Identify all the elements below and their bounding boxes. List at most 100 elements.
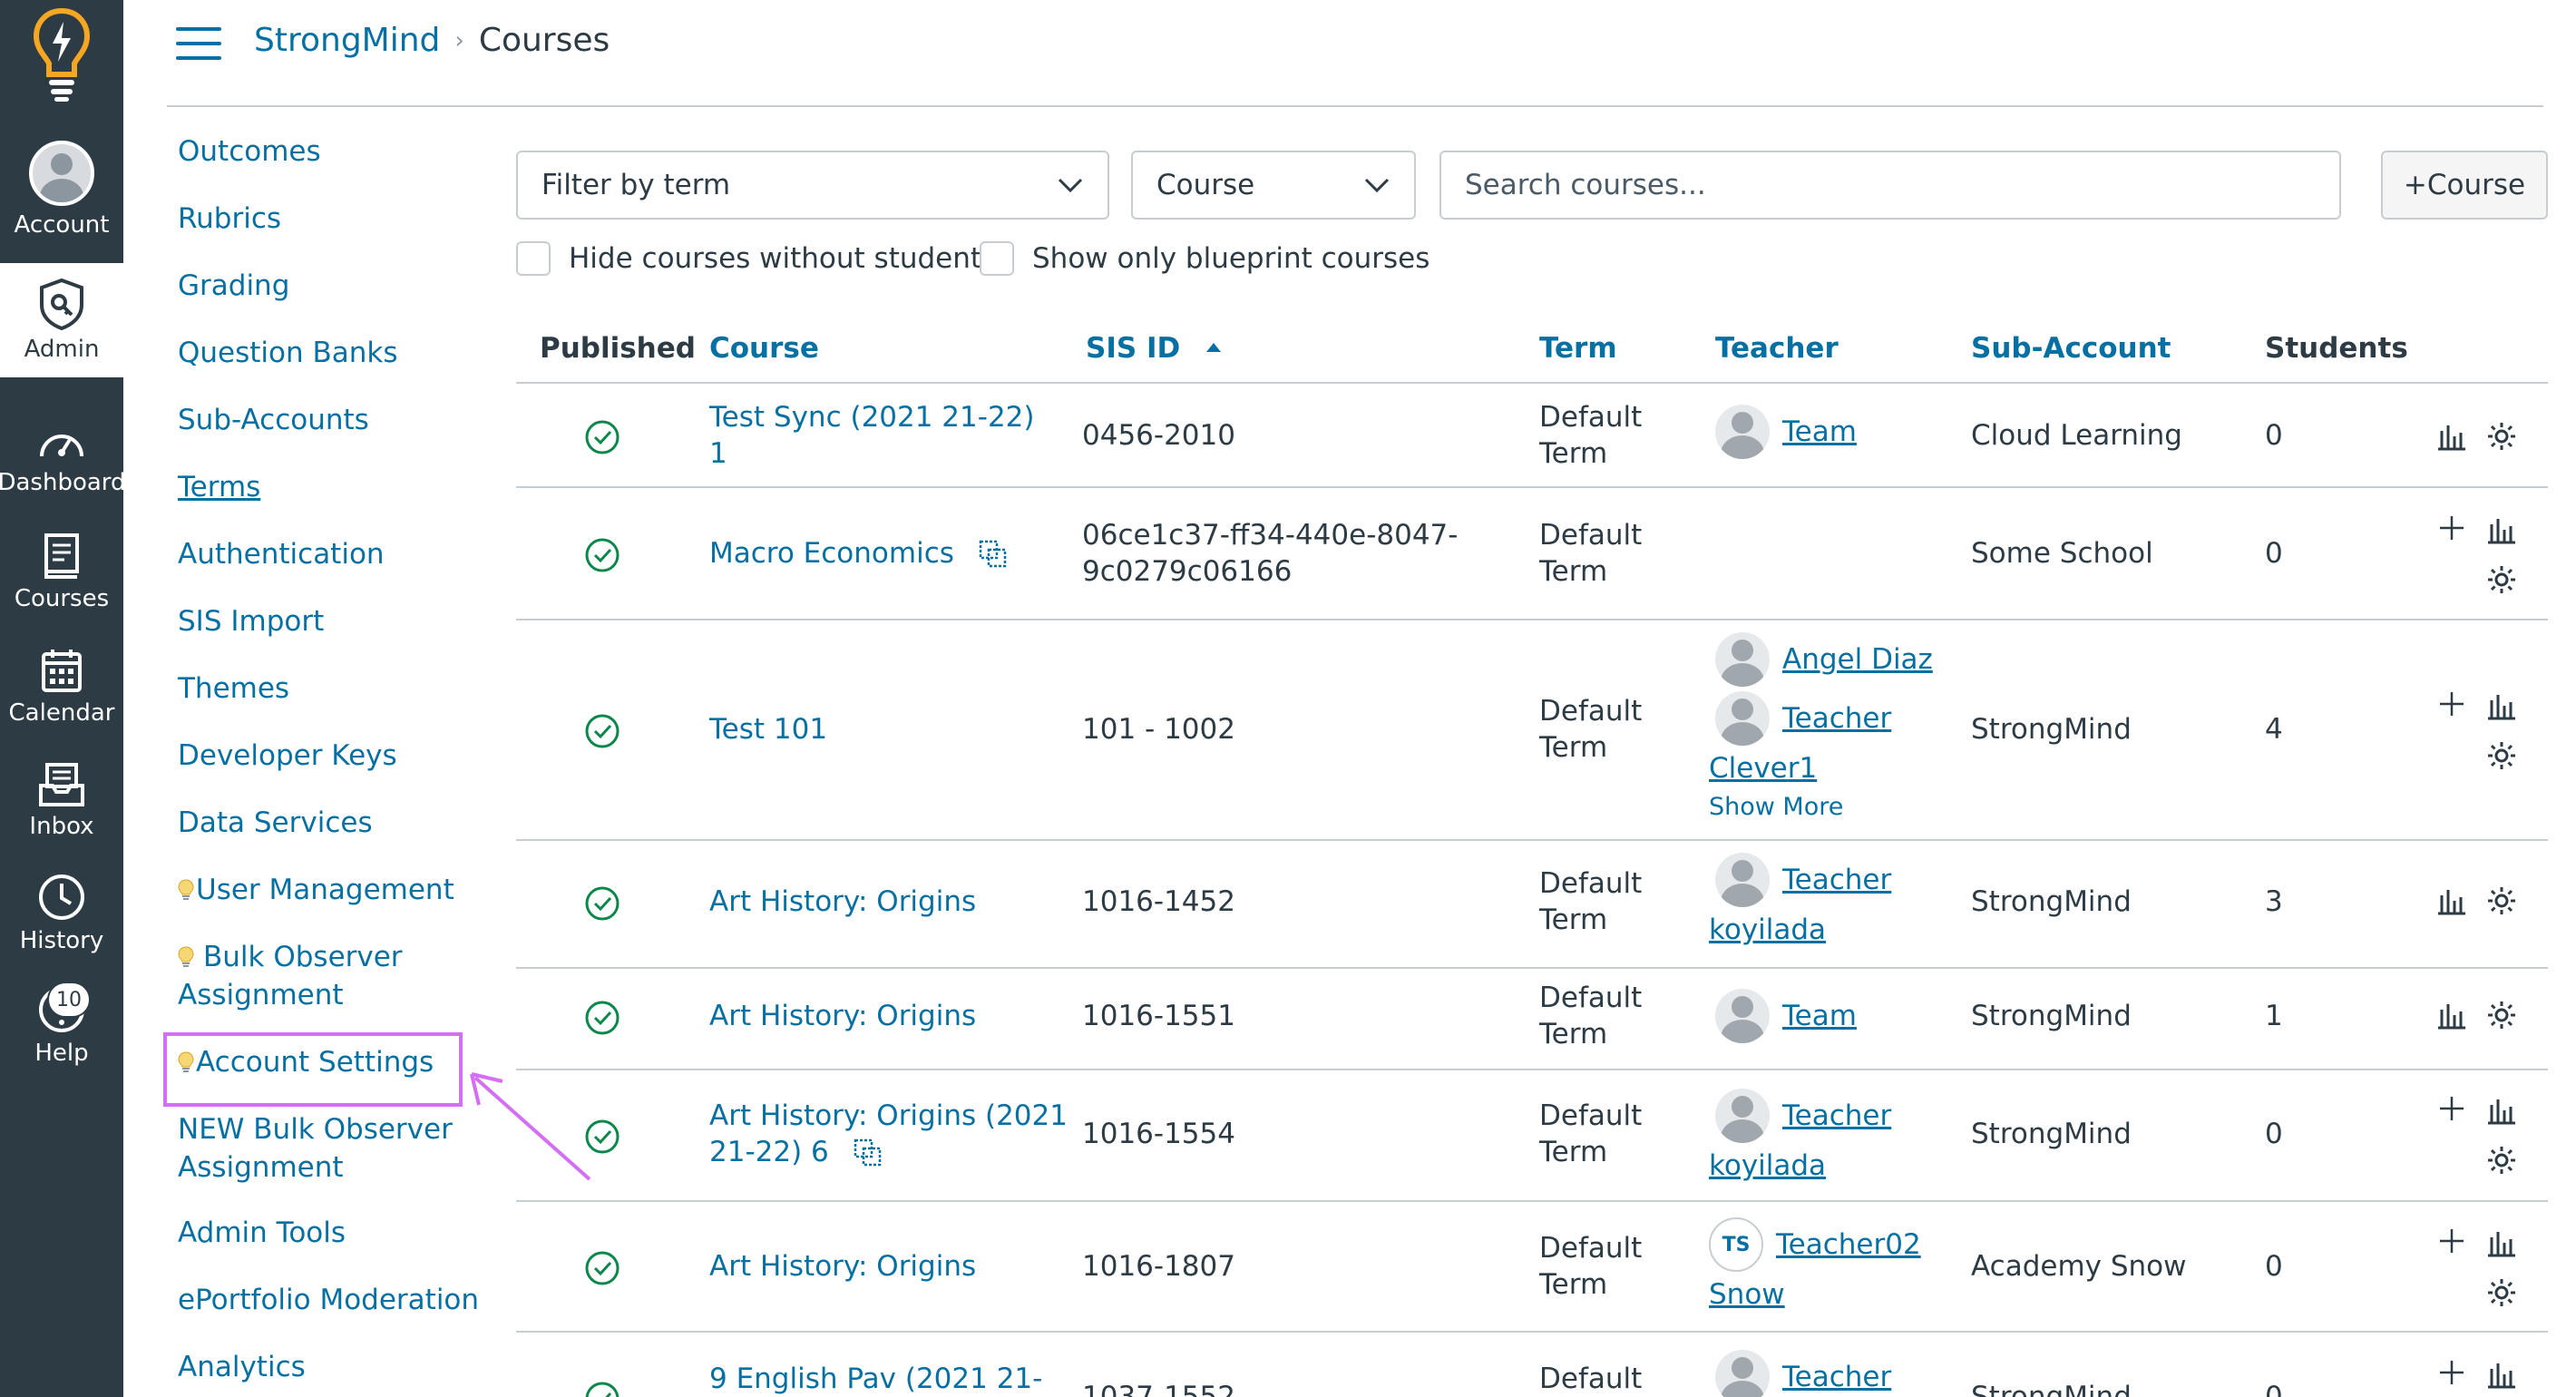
published-check-icon[interactable] xyxy=(584,1119,620,1155)
history-nav-item[interactable]: History xyxy=(0,856,123,971)
student-count: 0 xyxy=(2265,419,2283,452)
nav-admin-tools[interactable]: Admin Tools xyxy=(178,1214,346,1252)
settings-gear-icon[interactable] xyxy=(2486,1000,2517,1031)
nav-sis-import[interactable]: SIS Import xyxy=(178,602,324,640)
teacher-link[interactable]: Team xyxy=(1782,415,1857,448)
statistics-icon[interactable] xyxy=(2436,886,2467,915)
column-header-term[interactable]: Term xyxy=(1539,332,1617,365)
teacher-link[interactable]: koyilada xyxy=(1709,913,1826,946)
course-link[interactable]: 9 English Pav (2021 21- xyxy=(709,1361,1042,1397)
statistics-icon[interactable] xyxy=(2436,1001,2467,1030)
sis-id-label: SIS ID xyxy=(1086,332,1181,365)
nav-themes[interactable]: Themes xyxy=(178,669,289,708)
column-header-course[interactable]: Course xyxy=(709,332,819,365)
checkbox-box[interactable] xyxy=(516,241,551,276)
inbox-nav-item[interactable]: Inbox xyxy=(0,744,123,858)
nav-new-bulk-observer[interactable]: NEW Bulk Observer xyxy=(178,1110,453,1148)
add-course-button[interactable]: +Course xyxy=(2381,151,2548,220)
annotation-highlight-box xyxy=(163,1032,463,1107)
breadcrumb-strongmind[interactable]: StrongMind xyxy=(254,22,440,59)
settings-gear-icon[interactable] xyxy=(2486,564,2517,595)
statistics-icon[interactable] xyxy=(2486,1360,2517,1389)
account-nav-item[interactable]: Account xyxy=(0,132,123,247)
nav-analytics[interactable]: Analytics xyxy=(178,1348,306,1386)
published-check-icon[interactable] xyxy=(584,419,620,455)
published-check-icon[interactable] xyxy=(584,1000,620,1036)
published-check-icon[interactable] xyxy=(584,713,620,749)
nav-sub-accounts[interactable]: Sub-Accounts xyxy=(178,401,369,439)
published-check-icon[interactable] xyxy=(584,1381,620,1397)
settings-gear-icon[interactable] xyxy=(2486,421,2517,452)
teacher-entry: Teacher xyxy=(1715,853,1891,907)
nav-grading[interactable]: Grading xyxy=(178,267,289,305)
hamburger-menu-icon[interactable] xyxy=(176,27,221,60)
course-link[interactable]: Art History: Origins xyxy=(709,998,976,1034)
admin-nav-item[interactable]: Admin xyxy=(0,263,123,377)
statistics-icon[interactable] xyxy=(2486,691,2517,720)
statistics-icon[interactable] xyxy=(2486,1096,2517,1125)
nav-user-management[interactable]: User Management xyxy=(178,871,454,909)
courses-nav-item[interactable]: Courses xyxy=(0,515,123,630)
teacher-link[interactable]: Angel Diaz xyxy=(1782,643,1933,676)
add-icon[interactable] xyxy=(2438,1095,2465,1122)
course-link[interactable]: Art History: Origins xyxy=(709,884,976,920)
table-divider xyxy=(516,967,2548,969)
blueprint-only-checkbox[interactable]: Show only blueprint courses xyxy=(980,241,1429,276)
nav-developer-keys[interactable]: Developer Keys xyxy=(178,737,397,775)
course-link[interactable]: Macro Economics xyxy=(709,535,1009,572)
published-check-icon[interactable] xyxy=(584,1250,620,1286)
term-filter-select[interactable]: Filter by term xyxy=(516,151,1109,220)
sub-account: StrongMind xyxy=(1971,1381,2132,1397)
column-header-teacher[interactable]: Teacher xyxy=(1715,332,1839,365)
column-header-sis-id[interactable]: SIS ID xyxy=(1086,332,1223,365)
help-nav-item[interactable]: 10 Help xyxy=(0,969,123,1083)
course-link[interactable]: Test 101 xyxy=(709,711,827,747)
course-link[interactable]: Test Sync (2021 21-22) 1 xyxy=(709,399,1034,472)
nav-authentication[interactable]: Authentication xyxy=(178,535,385,573)
nav-bulk-observer-assignment[interactable]: Assignment xyxy=(178,976,344,1014)
add-icon[interactable] xyxy=(2438,514,2465,542)
teacher-link[interactable]: Teacher xyxy=(1782,702,1891,735)
nav-terms[interactable]: Terms xyxy=(178,468,260,506)
column-header-sub-account[interactable]: Sub-Account xyxy=(1971,332,2171,365)
course-link[interactable]: Art History: Origins xyxy=(709,1248,976,1285)
teacher-link[interactable]: Teacher xyxy=(1782,864,1891,896)
checkbox-box[interactable] xyxy=(980,241,1014,276)
statistics-icon[interactable] xyxy=(2436,422,2467,451)
statistics-icon[interactable] xyxy=(2486,1228,2517,1257)
dashboard-nav-item[interactable]: Dashboard xyxy=(0,403,126,517)
nav-rubrics[interactable]: Rubrics xyxy=(178,200,281,238)
teacher-link[interactable]: Teacher02 xyxy=(1776,1228,1921,1261)
term-cell: Default Term xyxy=(1539,867,1643,936)
strongmind-logo[interactable] xyxy=(0,0,123,109)
course-type-select[interactable]: Course xyxy=(1131,151,1416,220)
published-check-icon[interactable] xyxy=(584,537,620,573)
settings-gear-icon[interactable] xyxy=(2486,885,2517,916)
show-more-link[interactable]: Show More xyxy=(1709,793,1843,821)
teacher-link[interactable]: Teacher xyxy=(1782,1099,1891,1132)
teacher-link[interactable]: Team xyxy=(1782,1000,1857,1032)
add-icon[interactable] xyxy=(2438,1359,2465,1386)
teacher-link[interactable]: Teacher xyxy=(1782,1361,1891,1393)
nav-bulk-observer[interactable]: Bulk Observer xyxy=(178,938,403,976)
sis-id: 1037-1552 xyxy=(1082,1381,1235,1397)
nav-new-bulk-observer-assignment[interactable]: Assignment xyxy=(178,1148,344,1187)
hide-courses-without-students-checkbox[interactable]: Hide courses without students xyxy=(516,241,996,276)
nav-question-banks[interactable]: Question Banks xyxy=(178,334,398,372)
nav-data-services[interactable]: Data Services xyxy=(178,804,373,842)
statistics-icon[interactable] xyxy=(2486,515,2517,544)
teacher-link[interactable]: koyilada xyxy=(1709,1149,1826,1182)
settings-gear-icon[interactable] xyxy=(2486,1277,2517,1308)
nav-eportfolio-moderation[interactable]: ePortfolio Moderation xyxy=(178,1281,479,1319)
course-link[interactable]: Art History: Origins (2021 21-22) 6 xyxy=(709,1098,1068,1170)
teacher-link[interactable]: Snow xyxy=(1709,1278,1785,1311)
calendar-nav-item[interactable]: Calendar xyxy=(0,630,123,744)
add-icon[interactable] xyxy=(2438,690,2465,718)
teacher-link[interactable]: Clever1 xyxy=(1709,752,1817,785)
settings-gear-icon[interactable] xyxy=(2486,740,2517,771)
settings-gear-icon[interactable] xyxy=(2486,1145,2517,1176)
add-icon[interactable] xyxy=(2438,1227,2465,1255)
nav-outcomes[interactable]: Outcomes xyxy=(178,132,321,171)
search-courses-input[interactable] xyxy=(1439,151,2341,220)
published-check-icon[interactable] xyxy=(584,885,620,922)
